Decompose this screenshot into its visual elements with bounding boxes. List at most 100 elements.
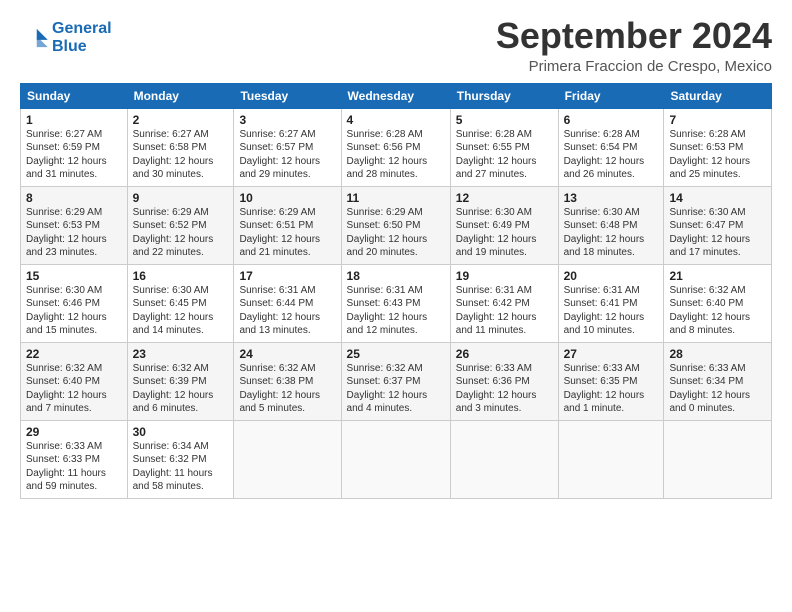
day-number: 15 [26, 269, 122, 283]
day-info: Sunrise: 6:33 AM Sunset: 6:33 PM Dayligh… [26, 440, 122, 494]
day-number: 25 [347, 347, 445, 361]
day-number: 14 [669, 191, 766, 205]
header-sunday: Sunday [21, 83, 128, 108]
day-number: 3 [239, 113, 335, 127]
calendar-table: Sunday Monday Tuesday Wednesday Thursday… [20, 83, 772, 499]
day-number: 20 [564, 269, 659, 283]
day-info: Sunrise: 6:31 AM Sunset: 6:43 PM Dayligh… [347, 284, 445, 338]
day-number: 26 [456, 347, 553, 361]
day-info: Sunrise: 6:33 AM Sunset: 6:34 PM Dayligh… [669, 362, 766, 416]
day-number: 1 [26, 113, 122, 127]
day-number: 17 [239, 269, 335, 283]
calendar-week-1: 1Sunrise: 6:27 AM Sunset: 6:59 PM Daylig… [21, 108, 772, 186]
day-number: 10 [239, 191, 335, 205]
calendar-cell-w4-d7: 28Sunrise: 6:33 AM Sunset: 6:34 PM Dayli… [664, 342, 772, 420]
day-number: 5 [456, 113, 553, 127]
day-number: 24 [239, 347, 335, 361]
day-info: Sunrise: 6:32 AM Sunset: 6:40 PM Dayligh… [26, 362, 122, 416]
calendar-cell-w1-d6: 6Sunrise: 6:28 AM Sunset: 6:54 PM Daylig… [558, 108, 664, 186]
calendar-cell-w1-d4: 4Sunrise: 6:28 AM Sunset: 6:56 PM Daylig… [341, 108, 450, 186]
logo-icon [20, 27, 48, 49]
calendar-week-2: 8Sunrise: 6:29 AM Sunset: 6:53 PM Daylig… [21, 186, 772, 264]
header-thursday: Thursday [450, 83, 558, 108]
page-container: General Blue September 2024 Primera Frac… [0, 0, 792, 509]
day-info: Sunrise: 6:29 AM Sunset: 6:51 PM Dayligh… [239, 206, 335, 260]
calendar-cell-w5-d2: 30Sunrise: 6:34 AM Sunset: 6:32 PM Dayli… [127, 420, 234, 498]
calendar-cell-w1-d1: 1Sunrise: 6:27 AM Sunset: 6:59 PM Daylig… [21, 108, 128, 186]
calendar-cell-w5-d7 [664, 420, 772, 498]
day-number: 13 [564, 191, 659, 205]
day-info: Sunrise: 6:29 AM Sunset: 6:53 PM Dayligh… [26, 206, 122, 260]
day-number: 21 [669, 269, 766, 283]
day-info: Sunrise: 6:30 AM Sunset: 6:45 PM Dayligh… [133, 284, 229, 338]
day-info: Sunrise: 6:27 AM Sunset: 6:59 PM Dayligh… [26, 128, 122, 182]
logo-area: General Blue [20, 20, 112, 55]
day-number: 7 [669, 113, 766, 127]
calendar-cell-w2-d2: 9Sunrise: 6:29 AM Sunset: 6:52 PM Daylig… [127, 186, 234, 264]
day-number: 16 [133, 269, 229, 283]
day-info: Sunrise: 6:30 AM Sunset: 6:49 PM Dayligh… [456, 206, 553, 260]
calendar-cell-w2-d5: 12Sunrise: 6:30 AM Sunset: 6:49 PM Dayli… [450, 186, 558, 264]
calendar-cell-w2-d7: 14Sunrise: 6:30 AM Sunset: 6:47 PM Dayli… [664, 186, 772, 264]
calendar-week-5: 29Sunrise: 6:33 AM Sunset: 6:33 PM Dayli… [21, 420, 772, 498]
day-number: 4 [347, 113, 445, 127]
day-number: 11 [347, 191, 445, 205]
calendar-cell-w2-d4: 11Sunrise: 6:29 AM Sunset: 6:50 PM Dayli… [341, 186, 450, 264]
day-info: Sunrise: 6:27 AM Sunset: 6:57 PM Dayligh… [239, 128, 335, 182]
header-friday: Friday [558, 83, 664, 108]
day-info: Sunrise: 6:30 AM Sunset: 6:48 PM Dayligh… [564, 206, 659, 260]
header-monday: Monday [127, 83, 234, 108]
day-info: Sunrise: 6:29 AM Sunset: 6:52 PM Dayligh… [133, 206, 229, 260]
calendar-week-3: 15Sunrise: 6:30 AM Sunset: 6:46 PM Dayli… [21, 264, 772, 342]
day-info: Sunrise: 6:33 AM Sunset: 6:35 PM Dayligh… [564, 362, 659, 416]
header-tuesday: Tuesday [234, 83, 341, 108]
day-number: 27 [564, 347, 659, 361]
calendar-title: September 2024 [496, 16, 772, 56]
calendar-cell-w3-d3: 17Sunrise: 6:31 AM Sunset: 6:44 PM Dayli… [234, 264, 341, 342]
calendar-cell-w2-d6: 13Sunrise: 6:30 AM Sunset: 6:48 PM Dayli… [558, 186, 664, 264]
calendar-cell-w3-d1: 15Sunrise: 6:30 AM Sunset: 6:46 PM Dayli… [21, 264, 128, 342]
calendar-cell-w5-d1: 29Sunrise: 6:33 AM Sunset: 6:33 PM Dayli… [21, 420, 128, 498]
day-info: Sunrise: 6:31 AM Sunset: 6:41 PM Dayligh… [564, 284, 659, 338]
day-number: 2 [133, 113, 229, 127]
day-info: Sunrise: 6:30 AM Sunset: 6:46 PM Dayligh… [26, 284, 122, 338]
day-number: 28 [669, 347, 766, 361]
day-number: 9 [133, 191, 229, 205]
calendar-cell-w3-d6: 20Sunrise: 6:31 AM Sunset: 6:41 PM Dayli… [558, 264, 664, 342]
day-info: Sunrise: 6:32 AM Sunset: 6:37 PM Dayligh… [347, 362, 445, 416]
calendar-cell-w5-d5 [450, 420, 558, 498]
day-info: Sunrise: 6:32 AM Sunset: 6:38 PM Dayligh… [239, 362, 335, 416]
day-number: 30 [133, 425, 229, 439]
calendar-cell-w4-d2: 23Sunrise: 6:32 AM Sunset: 6:39 PM Dayli… [127, 342, 234, 420]
calendar-cell-w3-d4: 18Sunrise: 6:31 AM Sunset: 6:43 PM Dayli… [341, 264, 450, 342]
calendar-cell-w5-d3 [234, 420, 341, 498]
calendar-cell-w1-d2: 2Sunrise: 6:27 AM Sunset: 6:58 PM Daylig… [127, 108, 234, 186]
day-info: Sunrise: 6:28 AM Sunset: 6:55 PM Dayligh… [456, 128, 553, 182]
calendar-cell-w2-d1: 8Sunrise: 6:29 AM Sunset: 6:53 PM Daylig… [21, 186, 128, 264]
day-info: Sunrise: 6:30 AM Sunset: 6:47 PM Dayligh… [669, 206, 766, 260]
calendar-subtitle: Primera Fraccion de Crespo, Mexico [496, 58, 772, 75]
day-number: 12 [456, 191, 553, 205]
day-info: Sunrise: 6:34 AM Sunset: 6:32 PM Dayligh… [133, 440, 229, 494]
calendar-cell-w3-d2: 16Sunrise: 6:30 AM Sunset: 6:45 PM Dayli… [127, 264, 234, 342]
calendar-cell-w2-d3: 10Sunrise: 6:29 AM Sunset: 6:51 PM Dayli… [234, 186, 341, 264]
header: General Blue September 2024 Primera Frac… [20, 16, 772, 75]
day-info: Sunrise: 6:28 AM Sunset: 6:56 PM Dayligh… [347, 128, 445, 182]
day-info: Sunrise: 6:28 AM Sunset: 6:54 PM Dayligh… [564, 128, 659, 182]
header-wednesday: Wednesday [341, 83, 450, 108]
day-number: 19 [456, 269, 553, 283]
calendar-cell-w4-d1: 22Sunrise: 6:32 AM Sunset: 6:40 PM Dayli… [21, 342, 128, 420]
calendar-cell-w4-d6: 27Sunrise: 6:33 AM Sunset: 6:35 PM Dayli… [558, 342, 664, 420]
calendar-cell-w4-d4: 25Sunrise: 6:32 AM Sunset: 6:37 PM Dayli… [341, 342, 450, 420]
title-area: September 2024 Primera Fraccion de Cresp… [496, 16, 772, 75]
header-saturday: Saturday [664, 83, 772, 108]
calendar-cell-w4-d5: 26Sunrise: 6:33 AM Sunset: 6:36 PM Dayli… [450, 342, 558, 420]
day-number: 23 [133, 347, 229, 361]
logo-text: General Blue [52, 20, 112, 55]
day-info: Sunrise: 6:32 AM Sunset: 6:39 PM Dayligh… [133, 362, 229, 416]
day-info: Sunrise: 6:33 AM Sunset: 6:36 PM Dayligh… [456, 362, 553, 416]
calendar-cell-w1-d7: 7Sunrise: 6:28 AM Sunset: 6:53 PM Daylig… [664, 108, 772, 186]
calendar-cell-w1-d5: 5Sunrise: 6:28 AM Sunset: 6:55 PM Daylig… [450, 108, 558, 186]
calendar-header-row: Sunday Monday Tuesday Wednesday Thursday… [21, 83, 772, 108]
calendar-cell-w3-d7: 21Sunrise: 6:32 AM Sunset: 6:40 PM Dayli… [664, 264, 772, 342]
